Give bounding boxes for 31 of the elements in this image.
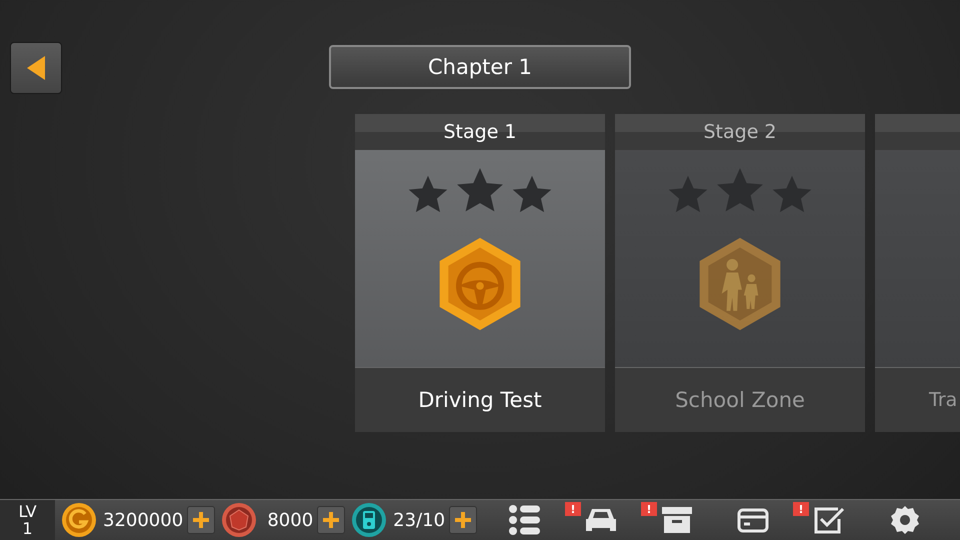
add-button[interactable] [449,506,478,534]
stage-card[interactable]: Stage 1 Driving Test [355,114,605,432]
stage-name: School Zone [675,388,805,412]
menu-icon [508,505,542,535]
chapter-title: Chapter 1 [329,45,631,89]
level-label: LV [18,503,37,520]
stage-title: Stage 1 [443,121,517,143]
archive-box-icon [660,505,694,535]
add-button[interactable] [317,506,346,534]
currency-amount: 23/10 [393,510,446,530]
gem-icon [221,502,258,538]
level-value: 1 [22,520,33,537]
stage-card[interactable]: Tra [875,114,960,432]
checkbox-icon [812,505,846,535]
plus-icon [192,511,210,529]
back-button[interactable] [10,42,62,94]
plus-icon [322,511,340,529]
alert-badge: ! [641,502,658,516]
add-button[interactable] [187,506,216,534]
plus-icon [454,511,472,529]
currency-amount: 3200000 [103,510,184,530]
alert-badge: ! [793,502,810,516]
fuel-pump-icon [351,502,388,538]
currency-amount: 8000 [266,510,314,530]
coin-icon [61,502,97,538]
stage-name: Tra [929,389,958,411]
stage-card[interactable]: Stage 2 School Zone [615,114,865,432]
stage-title: Stage 2 [703,121,777,143]
alert-badge: ! [565,502,582,516]
back-arrow-icon [25,55,47,81]
stage-name: Driving Test [418,388,542,412]
